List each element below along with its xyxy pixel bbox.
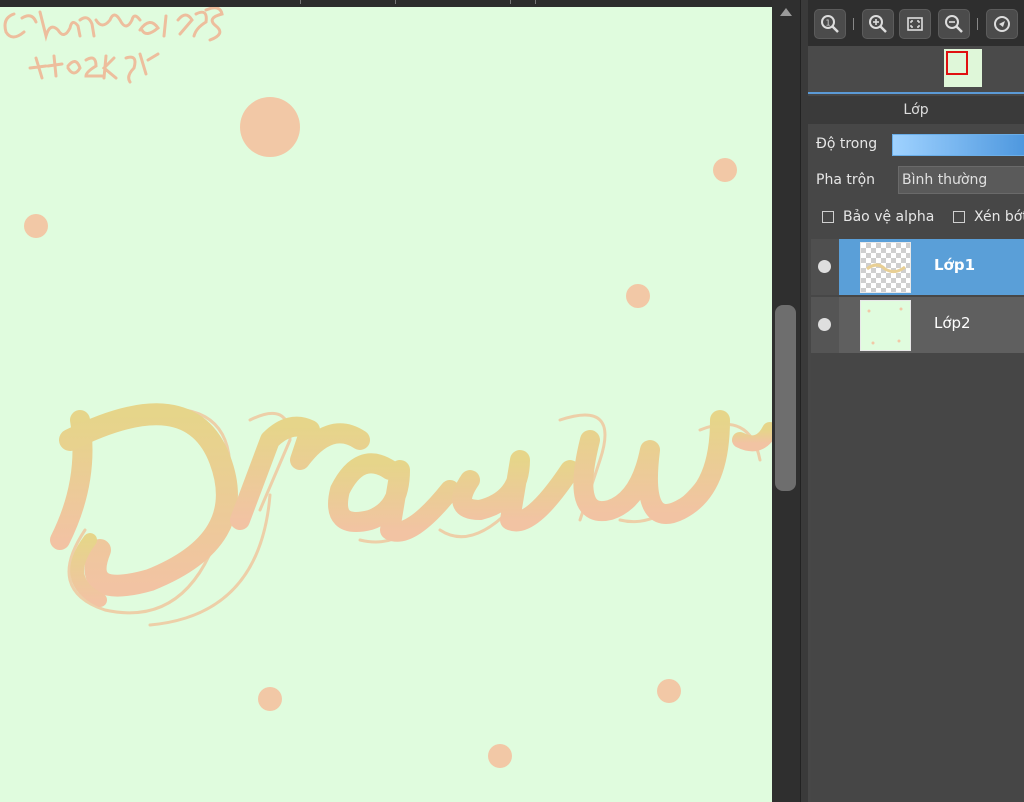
right-panel: 1 Lớp Độ trong Pha trộn Bình thường Bảo … (808, 0, 1024, 802)
draw-lettering (50, 403, 772, 627)
layer-thumbnail (860, 300, 911, 351)
zoom-out-icon[interactable] (938, 9, 970, 39)
layer-row-lop1[interactable]: Lớp1 (811, 239, 1024, 295)
protect-alpha-label[interactable]: Bảo vệ alpha (843, 209, 934, 225)
blend-mode-select[interactable]: Bình thường (898, 166, 1024, 194)
layer-name: Lớp1 (934, 256, 976, 274)
document-tab-strip (0, 0, 772, 7)
canvas-artwork (3, 7, 772, 768)
decor-dots (24, 97, 737, 768)
zoom-actual-icon[interactable]: 1 (814, 9, 846, 39)
layer-visibility-toggle[interactable] (811, 239, 839, 295)
layer-visibility-toggle[interactable] (811, 297, 839, 353)
rotate-icon[interactable] (986, 9, 1018, 39)
svg-text:1: 1 (826, 19, 831, 28)
protect-alpha-checkbox[interactable] (822, 211, 834, 223)
drawing-canvas[interactable] (0, 7, 772, 802)
navigator-preview[interactable] (808, 46, 1024, 92)
opacity-slider[interactable] (892, 134, 1024, 156)
scroll-up-arrow-icon[interactable] (780, 8, 792, 16)
zoom-in-icon[interactable] (862, 9, 894, 39)
opacity-label: Độ trong (816, 136, 878, 152)
fit-screen-icon[interactable] (899, 9, 931, 39)
layer-row-lop2[interactable]: Lớp2 (811, 297, 1024, 353)
blend-label: Pha trộn (816, 172, 876, 188)
eye-icon (818, 318, 831, 331)
canvas-vertical-scrollbar[interactable] (772, 0, 800, 802)
clipping-checkbox[interactable] (953, 211, 965, 223)
navigator-separator (808, 92, 1024, 94)
eye-icon (818, 260, 831, 273)
layer-name: Lớp2 (934, 314, 971, 332)
clipping-label[interactable]: Xén bớt (974, 209, 1024, 225)
layer-thumbnail (860, 242, 911, 293)
navigator-viewport-rect[interactable] (946, 51, 968, 75)
layers-panel-title: Lớp (808, 96, 1024, 124)
scrollbar-thumb[interactable] (775, 305, 796, 491)
signature (3, 7, 224, 84)
layer-list-empty-area[interactable] (811, 353, 1024, 802)
view-toolbar: 1 (808, 0, 1024, 46)
